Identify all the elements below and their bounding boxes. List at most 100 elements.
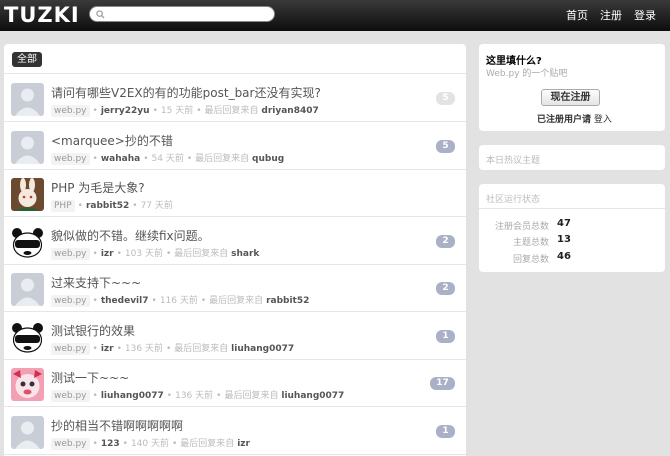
today-hot-title: 本日热议主题 <box>486 156 541 166</box>
topic-time: 136 天前 <box>175 391 214 401</box>
last-reply-label: 最后回复来自 <box>204 106 259 116</box>
topic-title[interactable]: 测试一下~~~ <box>51 369 129 386</box>
topic-title[interactable]: 测试银行的效果 <box>51 322 135 339</box>
stat-members-label: 注册会员总数 <box>494 222 549 232</box>
topic-row[interactable]: 测试一下~~~ web.py • liuhang0077 • 136 天前 • 最后回复来自 … <box>4 360 466 407</box>
node-tag[interactable]: web.py <box>51 105 90 117</box>
login-prompt: 已注册用户请 登入 <box>537 112 612 125</box>
last-reply-label: 最后回复来自 <box>195 153 250 164</box>
topic-title[interactable]: 貌似做的不错。继续fix问题。 <box>51 227 210 244</box>
topic-meta: web.py • izr • 103 天前 • 最后回复来自 shark <box>51 246 259 260</box>
last-reply-label: 最后回复来自 <box>224 391 279 401</box>
avatar[interactable] <box>11 320 44 354</box>
node-tag[interactable]: web.py <box>51 295 90 307</box>
topic-time: 54 天前 <box>151 153 184 164</box>
topic-row[interactable]: 请问有哪些V2EX的有的功能post_bar还没有实现? web.py • jerry… <box>4 75 466 122</box>
login-link[interactable]: 登入 <box>594 115 612 125</box>
topic-row[interactable]: 测试银行的效果 web.py • izr • 136 天前 • 最后回复来自 liuhang0… <box>4 313 466 360</box>
topic-meta: web.py • izr • 136 天前 • 最后回复来自 liuhang0077 <box>51 341 294 355</box>
topic-row[interactable]: 貌似做的不错。继续fix问题。 web.py • izr • 103 天前 • 最后回复来自 … <box>4 218 466 265</box>
last-reply-user[interactable]: liuhang0077 <box>281 391 344 401</box>
stat-replies-label: 回复总数 <box>512 255 549 265</box>
reply-count-badge[interactable]: 2 <box>436 234 455 248</box>
topic-row[interactable]: PHP 为毛是大象? PHP • rabbit52 • 77 天前 <box>4 170 466 217</box>
reply-count-badge[interactable]: 17 <box>430 377 455 390</box>
topic-author[interactable]: izr <box>101 249 114 259</box>
site-logo[interactable]: TUZKI <box>4 3 80 27</box>
about-subtitle: Web.py 的一个贴吧 <box>486 69 568 79</box>
last-reply-label: 最后回复来自 <box>209 296 264 306</box>
today-hot-box: 本日热议主题 <box>479 145 665 170</box>
community-status-title: 社区运行状态 <box>486 195 541 205</box>
topic-author[interactable]: liuhang0077 <box>101 391 164 401</box>
divider <box>479 208 665 209</box>
topic-meta: web.py • thedevil7 • 116 天前 • 最后回复来自 rabbit52 <box>51 293 309 307</box>
reply-count-badge[interactable]: 5 <box>436 139 455 153</box>
topic-author[interactable]: jerry22yu <box>101 106 150 116</box>
avatar[interactable] <box>11 273 44 306</box>
avatar[interactable] <box>11 225 44 259</box>
topic-meta: web.py • jerry22yu • 15 天前 • 最后回复来自 driyan8407 <box>51 103 319 117</box>
node-tag[interactable]: PHP <box>51 200 75 212</box>
top-bar: TUZKI 首页 注册 登录 <box>0 0 670 31</box>
stat-topics-label: 主题总数 <box>512 238 549 248</box>
topic-row[interactable]: 过来支持下~~~ web.py • thedevil7 • 116 天前 • 最后回复来自 r… <box>4 265 466 312</box>
last-reply-user[interactable]: rabbit52 <box>266 296 309 306</box>
nav-home[interactable]: 首页 <box>566 0 588 31</box>
avatar[interactable] <box>11 368 44 401</box>
search-input[interactable] <box>107 8 267 20</box>
topic-meta: web.py • wahaha • 54 天前 • 最后回复来自 qubug <box>51 151 284 165</box>
topic-author[interactable]: izr <box>101 344 114 354</box>
topic-row[interactable]: 抄的相当不错啊啊啊啊啊 web.py • 123 • 140 天前 • 最后回复来自 izr 1 <box>4 408 466 455</box>
avatar[interactable] <box>11 83 44 116</box>
community-status-box: 社区运行状态 注册会员总数 47 主题总数 13 回复总数 46 <box>479 184 665 272</box>
reply-count-badge[interactable]: 2 <box>436 282 455 295</box>
stat-members-value: 47 <box>557 218 571 229</box>
stat-replies-value: 46 <box>557 251 571 262</box>
node-tag[interactable]: web.py <box>51 390 90 402</box>
topic-title[interactable]: 请问有哪些V2EX的有的功能post_bar还没有实现? <box>51 84 321 101</box>
node-tag[interactable]: web.py <box>51 152 90 165</box>
reply-count-badge[interactable]: 1 <box>436 424 455 438</box>
registered-prefix: 已注册用户请 <box>537 115 592 125</box>
search-icon <box>96 10 105 19</box>
topic-time: 103 天前 <box>124 248 163 259</box>
last-reply-label: 最后回复来自 <box>174 248 229 259</box>
stat-topics-value: 13 <box>557 234 571 245</box>
search-box[interactable] <box>89 6 275 22</box>
topic-meta: web.py • 123 • 140 天前 • 最后回复来自 izr <box>51 436 250 450</box>
topic-time: 136 天前 <box>124 343 163 354</box>
node-tag[interactable]: web.py <box>51 437 90 450</box>
topic-time: 140 天前 <box>130 438 169 449</box>
nav-register[interactable]: 注册 <box>600 0 622 31</box>
topic-author[interactable]: rabbit52 <box>86 201 129 211</box>
topic-author[interactable]: wahaha <box>101 154 140 164</box>
topic-meta: PHP • rabbit52 • 77 天前 <box>51 198 173 212</box>
tab-all[interactable]: 全部 <box>12 52 42 67</box>
last-reply-user[interactable]: driyan8407 <box>261 106 318 116</box>
last-reply-user[interactable]: shark <box>231 249 259 259</box>
avatar[interactable] <box>11 130 44 164</box>
topic-title[interactable]: 抄的相当不错啊啊啊啊啊 <box>51 417 183 434</box>
last-reply-user[interactable]: qubug <box>252 154 284 164</box>
last-reply-label: 最后回复来自 <box>174 343 229 354</box>
register-button[interactable]: 现在注册 <box>541 89 600 106</box>
last-reply-user[interactable]: izr <box>237 439 250 449</box>
topic-title[interactable]: <marquee>抄的不错 <box>51 132 173 149</box>
node-tag[interactable]: web.py <box>51 247 90 260</box>
topic-author[interactable]: 123 <box>101 439 120 449</box>
topic-row[interactable]: <marquee>抄的不错 web.py • wahaha • 54 天前 • 最后回复来自 … <box>4 123 466 170</box>
topic-title[interactable]: PHP 为毛是大象? <box>51 179 145 196</box>
avatar[interactable] <box>11 415 44 449</box>
avatar[interactable] <box>11 178 44 211</box>
topic-title[interactable]: 过来支持下~~~ <box>51 274 141 291</box>
about-box: 这里填什么? Web.py 的一个贴吧 现在注册 已注册用户请 登入 <box>479 44 665 131</box>
topic-time: 116 天前 <box>159 296 198 306</box>
reply-count-badge[interactable]: 1 <box>436 329 455 343</box>
nav-login[interactable]: 登录 <box>634 0 656 31</box>
last-reply-user[interactable]: liuhang0077 <box>231 344 294 354</box>
node-tag[interactable]: web.py <box>51 342 90 355</box>
about-title: 这里填什么? <box>486 56 542 67</box>
reply-count-badge[interactable]: 5 <box>436 92 455 105</box>
topic-author[interactable]: thedevil7 <box>101 296 149 306</box>
